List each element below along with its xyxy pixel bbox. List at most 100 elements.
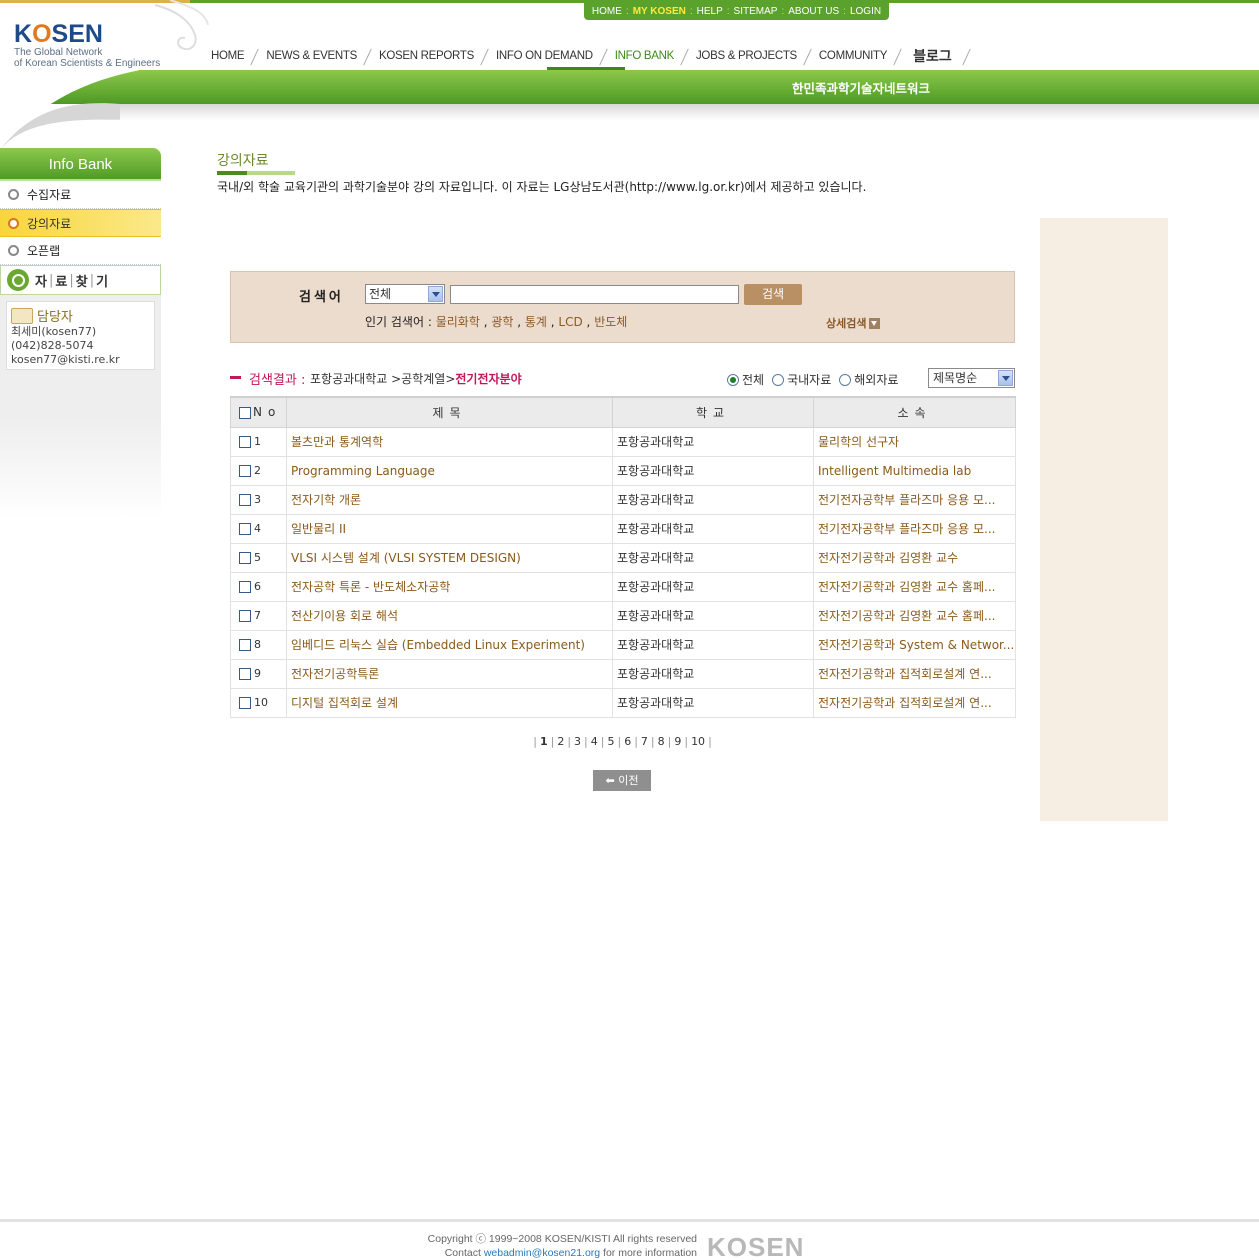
find-part-3: 찾 — [75, 274, 88, 290]
search-button[interactable]: 검색 — [744, 284, 802, 305]
page-link[interactable]: 5 — [607, 735, 614, 748]
row-checkbox[interactable] — [239, 668, 251, 680]
select-all-checkbox[interactable] — [239, 406, 251, 419]
advanced-search-toggle[interactable]: 상세검색 — [826, 315, 881, 331]
filter-all-radio[interactable]: 전체 — [727, 371, 764, 388]
row-title-link[interactable]: 전자공학 특론 - 반도체소자공학 — [286, 571, 613, 602]
row-dept-link[interactable]: 전자전기공학과 System & Networ... — [813, 629, 1016, 660]
row-checkbox[interactable] — [239, 436, 251, 448]
row-dept-link[interactable]: 전자전기공학과 김영환 교수 홈페... — [813, 571, 1016, 602]
nav-jobs-projects[interactable]: JOBS & PROJECTS — [690, 50, 803, 62]
util-home-link[interactable]: HOME — [592, 6, 622, 17]
nav-info-on-demand[interactable]: INFO ON DEMAND — [490, 50, 599, 62]
nav-news-events[interactable]: NEWS & EVENTS — [260, 50, 363, 62]
row-dept-link[interactable]: 전자전기공학과 집적회로설계 연... — [813, 687, 1016, 718]
table-row[interactable]: 8 임베디드 리눅스 실습 (Embedded Linux Experiment)… — [230, 629, 1016, 660]
row-checkbox[interactable] — [239, 552, 251, 564]
table-row[interactable]: 9 전자전기공학특론 포항공과대학교 전자전기공학과 집적회로설계 연... — [230, 658, 1016, 689]
page-link[interactable]: 7 — [641, 735, 648, 748]
nav-info-bank[interactable]: INFO BANK — [609, 50, 680, 62]
util-login-link[interactable]: LOGIN — [850, 6, 881, 17]
row-dept-link[interactable]: Intelligent Multimedia lab — [813, 455, 1016, 486]
row-dept-link[interactable]: 전자전기공학과 김영환 교수 홈페... — [813, 600, 1016, 631]
page-link[interactable]: 1 — [540, 735, 548, 748]
row-checkbox[interactable] — [239, 697, 251, 709]
filter-domestic-radio[interactable]: 국내자료 — [772, 371, 831, 388]
row-checkbox[interactable] — [239, 494, 251, 506]
util-help-link[interactable]: HELP — [697, 6, 723, 17]
page-link[interactable]: 6 — [624, 735, 631, 748]
page-link[interactable]: 2 — [557, 735, 564, 748]
popular-keyword[interactable]: 반도체 — [594, 315, 627, 329]
row-school: 포항공과대학교 — [612, 600, 814, 631]
nav-kosen-reports[interactable]: KOSEN REPORTS — [373, 50, 480, 62]
table-row[interactable]: 2 Programming Language 포항공과대학교 Intelligent … — [230, 455, 1016, 486]
page-title: 강의자료 — [217, 153, 269, 169]
breadcrumb-category[interactable]: >공학계열> — [391, 372, 455, 386]
row-dept-link[interactable]: 전기전자공학부 플라즈마 응용 모... — [813, 484, 1016, 515]
table-row[interactable]: 10 디지털 집적회로 설계 포항공과대학교 전자전기공학과 집적회로설계 연... — [230, 687, 1016, 718]
sort-value: 제목명순 — [933, 371, 978, 385]
breadcrumb-school[interactable]: 포항공과대학교 — [310, 372, 387, 386]
page-link[interactable]: 9 — [674, 735, 681, 748]
footer-divider — [0, 1219, 1259, 1222]
row-title-link[interactable]: 임베디드 리눅스 실습 (Embedded Linux Experiment) — [286, 629, 613, 660]
table-row[interactable]: 1 볼츠만과 통계역학 포항공과대학교 물리학의 선구자 — [230, 426, 1016, 457]
nav-community[interactable]: COMMUNITY — [813, 50, 893, 62]
popular-keyword[interactable]: LCD — [558, 315, 582, 329]
sidebar-item-openlab[interactable]: 오픈랩 — [0, 237, 161, 265]
bullet-icon — [8, 217, 19, 229]
bullet-icon — [8, 245, 19, 256]
table-row[interactable]: 3 전자기학 개론 포항공과대학교 전기전자공학부 플라즈마 응용 모... — [230, 484, 1016, 515]
row-checkbox[interactable] — [239, 639, 251, 651]
row-dept-link[interactable]: 전자전기공학과 집적회로설계 연... — [813, 658, 1016, 689]
filter-overseas-radio[interactable]: 해외자료 — [839, 371, 898, 388]
sidebar-contact-area: 담당자 최세미(kosen77) (042)828-5074 kosen77@k… — [0, 295, 161, 520]
page-link[interactable]: 8 — [658, 735, 665, 748]
sort-select[interactable]: 제목명순 — [928, 368, 1015, 388]
popular-keyword[interactable]: 통계 — [525, 315, 547, 329]
util-mykosen-link[interactable]: MY KOSEN — [633, 6, 686, 17]
row-title-link[interactable]: 일반물리 II — [286, 513, 613, 544]
table-row[interactable]: 6 전자공학 특론 - 반도체소자공학 포항공과대학교 전자전기공학과 김영환 교수 … — [230, 571, 1016, 602]
row-title-link[interactable]: 볼츠만과 통계역학 — [286, 426, 613, 457]
row-title-link[interactable]: 전자전기공학특론 — [286, 658, 613, 689]
sidebar-item-collected[interactable]: 수집자료 — [0, 181, 161, 209]
prev-button[interactable]: ⬅ 이전 — [593, 770, 651, 791]
contact-card: 담당자 최세미(kosen77) (042)828-5074 kosen77@k… — [6, 301, 155, 370]
popular-keyword[interactable]: 광학 — [491, 315, 513, 329]
row-title-link[interactable]: Programming Language — [286, 455, 613, 486]
nav-blog[interactable]: 블로그 — [903, 46, 962, 66]
sidebar-find-data-button[interactable]: 자 | 료 | 찾 | 기 — [0, 265, 161, 295]
contact-email[interactable]: kosen77@kisti.re.kr — [11, 353, 150, 367]
page-link[interactable]: 4 — [591, 735, 598, 748]
popular-keyword[interactable]: 물리화학 — [436, 315, 480, 329]
row-checkbox[interactable] — [239, 523, 251, 535]
util-sitemap-link[interactable]: SITEMAP — [734, 6, 778, 17]
page-link[interactable]: 10 — [691, 735, 705, 748]
row-title-link[interactable]: 전산기이용 회로 해석 — [286, 600, 613, 631]
table-row[interactable]: 5 VLSI 시스템 설계 (VLSI SYSTEM DESIGN) 포항공과대학교… — [230, 542, 1016, 573]
row-checkbox[interactable] — [239, 610, 251, 622]
row-title-link[interactable]: VLSI 시스템 설계 (VLSI SYSTEM DESIGN) — [286, 542, 613, 573]
row-dept-link[interactable]: 전자전기공학과 김영환 교수 — [813, 542, 1016, 573]
row-school: 포항공과대학교 — [612, 658, 814, 689]
search-input[interactable] — [450, 285, 739, 304]
util-about-link[interactable]: ABOUT US — [788, 6, 839, 17]
row-dept-link[interactable]: 전기전자공학부 플라즈마 응용 모... — [813, 513, 1016, 544]
sidebar-item-lectures[interactable]: 강의자료 — [0, 209, 161, 237]
row-checkbox[interactable] — [239, 581, 251, 593]
table-row[interactable]: 4 일반물리 II 포항공과대학교 전기전자공학부 플라즈마 응용 모... — [230, 513, 1016, 544]
row-title-link[interactable]: 디지털 집적회로 설계 — [286, 687, 613, 718]
row-title-link[interactable]: 전자기학 개론 — [286, 484, 613, 515]
row-dept-link[interactable]: 물리학의 선구자 — [813, 426, 1016, 457]
table-row[interactable]: 7 전산기이용 회로 해석 포항공과대학교 전자전기공학과 김영환 교수 홈페... — [230, 600, 1016, 631]
page-link[interactable]: 3 — [574, 735, 581, 748]
find-part-1: 자 — [35, 274, 47, 290]
row-school: 포항공과대학교 — [612, 426, 814, 457]
row-checkbox[interactable] — [239, 465, 251, 477]
webadmin-email-link[interactable]: webadmin@kosen21.org — [484, 1247, 600, 1259]
utility-nav: HOME: MY KOSEN: HELP: SITEMAP: ABOUT US:… — [584, 2, 889, 20]
nav-home[interactable]: HOME — [205, 50, 250, 62]
search-scope-select[interactable]: 전체 — [365, 284, 445, 304]
